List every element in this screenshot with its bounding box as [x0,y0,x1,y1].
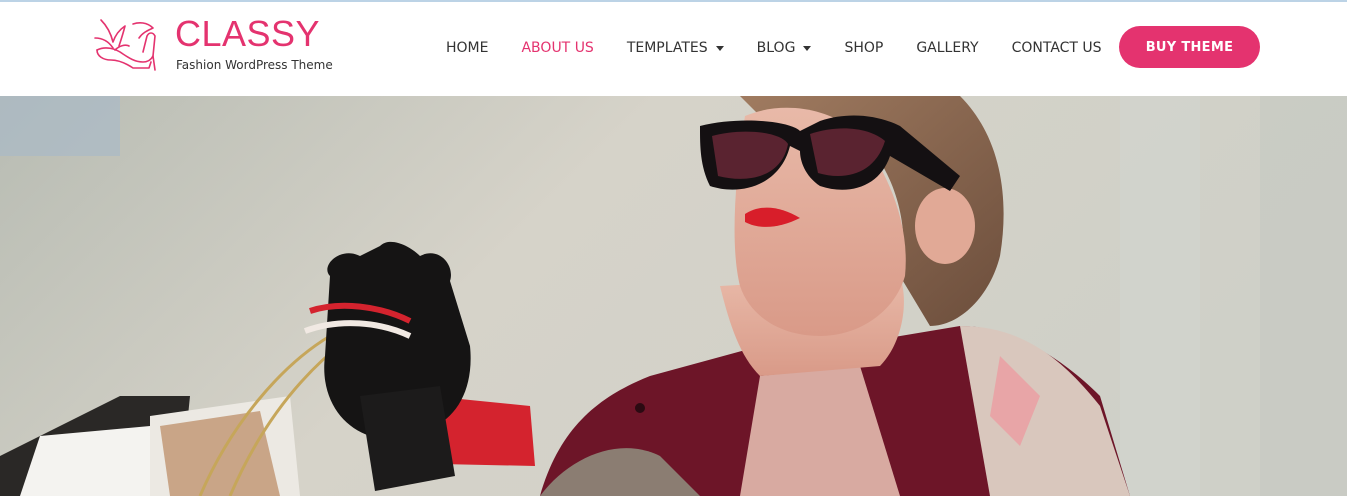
nav-item-home[interactable]: HOME [446,40,488,56]
nav-item-gallery[interactable]: GALLERY [916,40,978,56]
caret-down-icon [803,46,812,51]
high-heel-shoe-icon [94,19,156,71]
site-header: CLASSY Fashion WordPress Theme HOME ABOU… [0,2,1347,96]
hero-photo-woman-shopping [0,96,1347,496]
nav-item-about-us[interactable]: ABOUT US [521,40,593,56]
nav-item-contact-us[interactable]: CONTACT US [1012,40,1102,56]
site-logo[interactable]: CLASSY Fashion WordPress Theme [93,13,333,72]
nav-item-label: CONTACT US [1011,40,1102,56]
nav-item-label: TEMPLATES [626,40,708,56]
nav-item-shop[interactable]: SHOP [844,40,883,56]
buy-theme-button[interactable]: BUY THEME [1119,26,1260,68]
nav-item-label: ABOUT US [521,40,594,56]
nav-item-label: GALLERY [916,40,979,56]
nav-item-blog[interactable]: BLOG [757,40,812,56]
nav-item-label: BLOG [756,40,796,56]
nav-item-label: HOME [446,40,489,56]
main-navigation: HOME ABOUT US TEMPLATES BLOG SHOP GALLER… [446,40,1135,56]
caret-down-icon [715,46,724,51]
nav-item-templates[interactable]: TEMPLATES [627,40,724,56]
hero-image [0,96,1347,496]
brand-title: CLASSY [175,13,321,54]
brand-tagline: Fashion WordPress Theme [176,58,333,72]
nav-item-label: SHOP [844,40,884,56]
